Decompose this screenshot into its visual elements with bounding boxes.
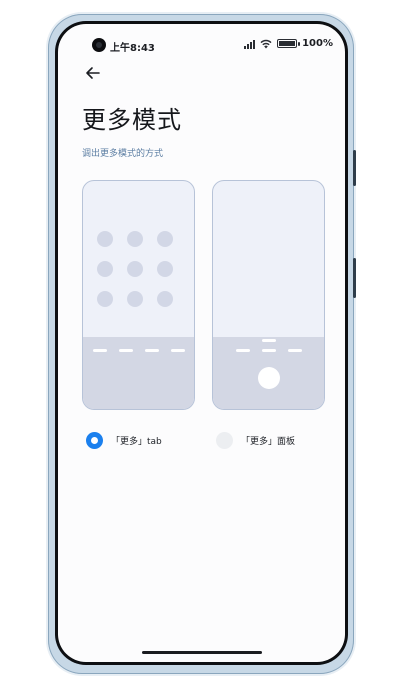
app-grid-illustration [97,231,173,307]
option-more-panel[interactable]: 「更多」面板 [216,432,295,449]
arrow-left-icon[interactable] [82,62,104,84]
status-time: 上午8:43 [110,43,155,54]
mode-tabs-illustration [83,349,194,352]
camera-controls-area [83,337,194,409]
shutter-button-illustration [257,367,280,389]
grid-dot [97,231,113,247]
mode-tabs-illustration [213,349,324,352]
power-button [353,258,356,298]
grid-dot [97,261,113,277]
status-bar: 上午8:43 100% [58,24,345,64]
battery-percent: 100% [302,38,333,49]
mode-tab-dash [287,349,302,352]
mode-tab-dash [118,349,133,352]
mode-tab-dash [144,349,159,352]
radio-selected-icon[interactable] [86,432,103,449]
grid-dot [127,231,143,247]
grid-dot [157,231,173,247]
signal-icon [244,39,256,49]
grid-dot [127,261,143,277]
wifi-icon [260,39,272,49]
grid-dot [157,291,173,307]
option-label: 「更多」面板 [241,437,296,447]
mode-tab-dash [170,349,185,352]
mode-tab-dash [235,349,250,352]
volume-button [353,150,356,186]
more-tab-preview-card[interactable] [82,180,195,410]
mode-tab-dash [92,349,107,352]
front-camera [92,38,106,52]
page-title: 更多模式 [82,106,182,134]
option-label: 「更多」tab [111,437,162,447]
grid-dot [97,291,113,307]
battery-icon [277,39,301,48]
section-subtitle: 调出更多模式的方式 [82,149,164,159]
mode-tab-dash [261,349,276,352]
panel-handle-illustration [261,339,276,342]
phone-screen: 上午8:43 100% 更多模式 调出更多模式的方式 「更多」tab 「更多」面… [58,24,345,662]
radio-unselected-icon[interactable] [216,432,233,449]
grid-dot [127,291,143,307]
option-more-tab[interactable]: 「更多」tab [86,432,162,449]
more-panel-preview-card[interactable] [212,180,325,410]
grid-dot [157,261,173,277]
status-icons: 100% [244,38,333,49]
home-indicator[interactable] [141,651,262,654]
